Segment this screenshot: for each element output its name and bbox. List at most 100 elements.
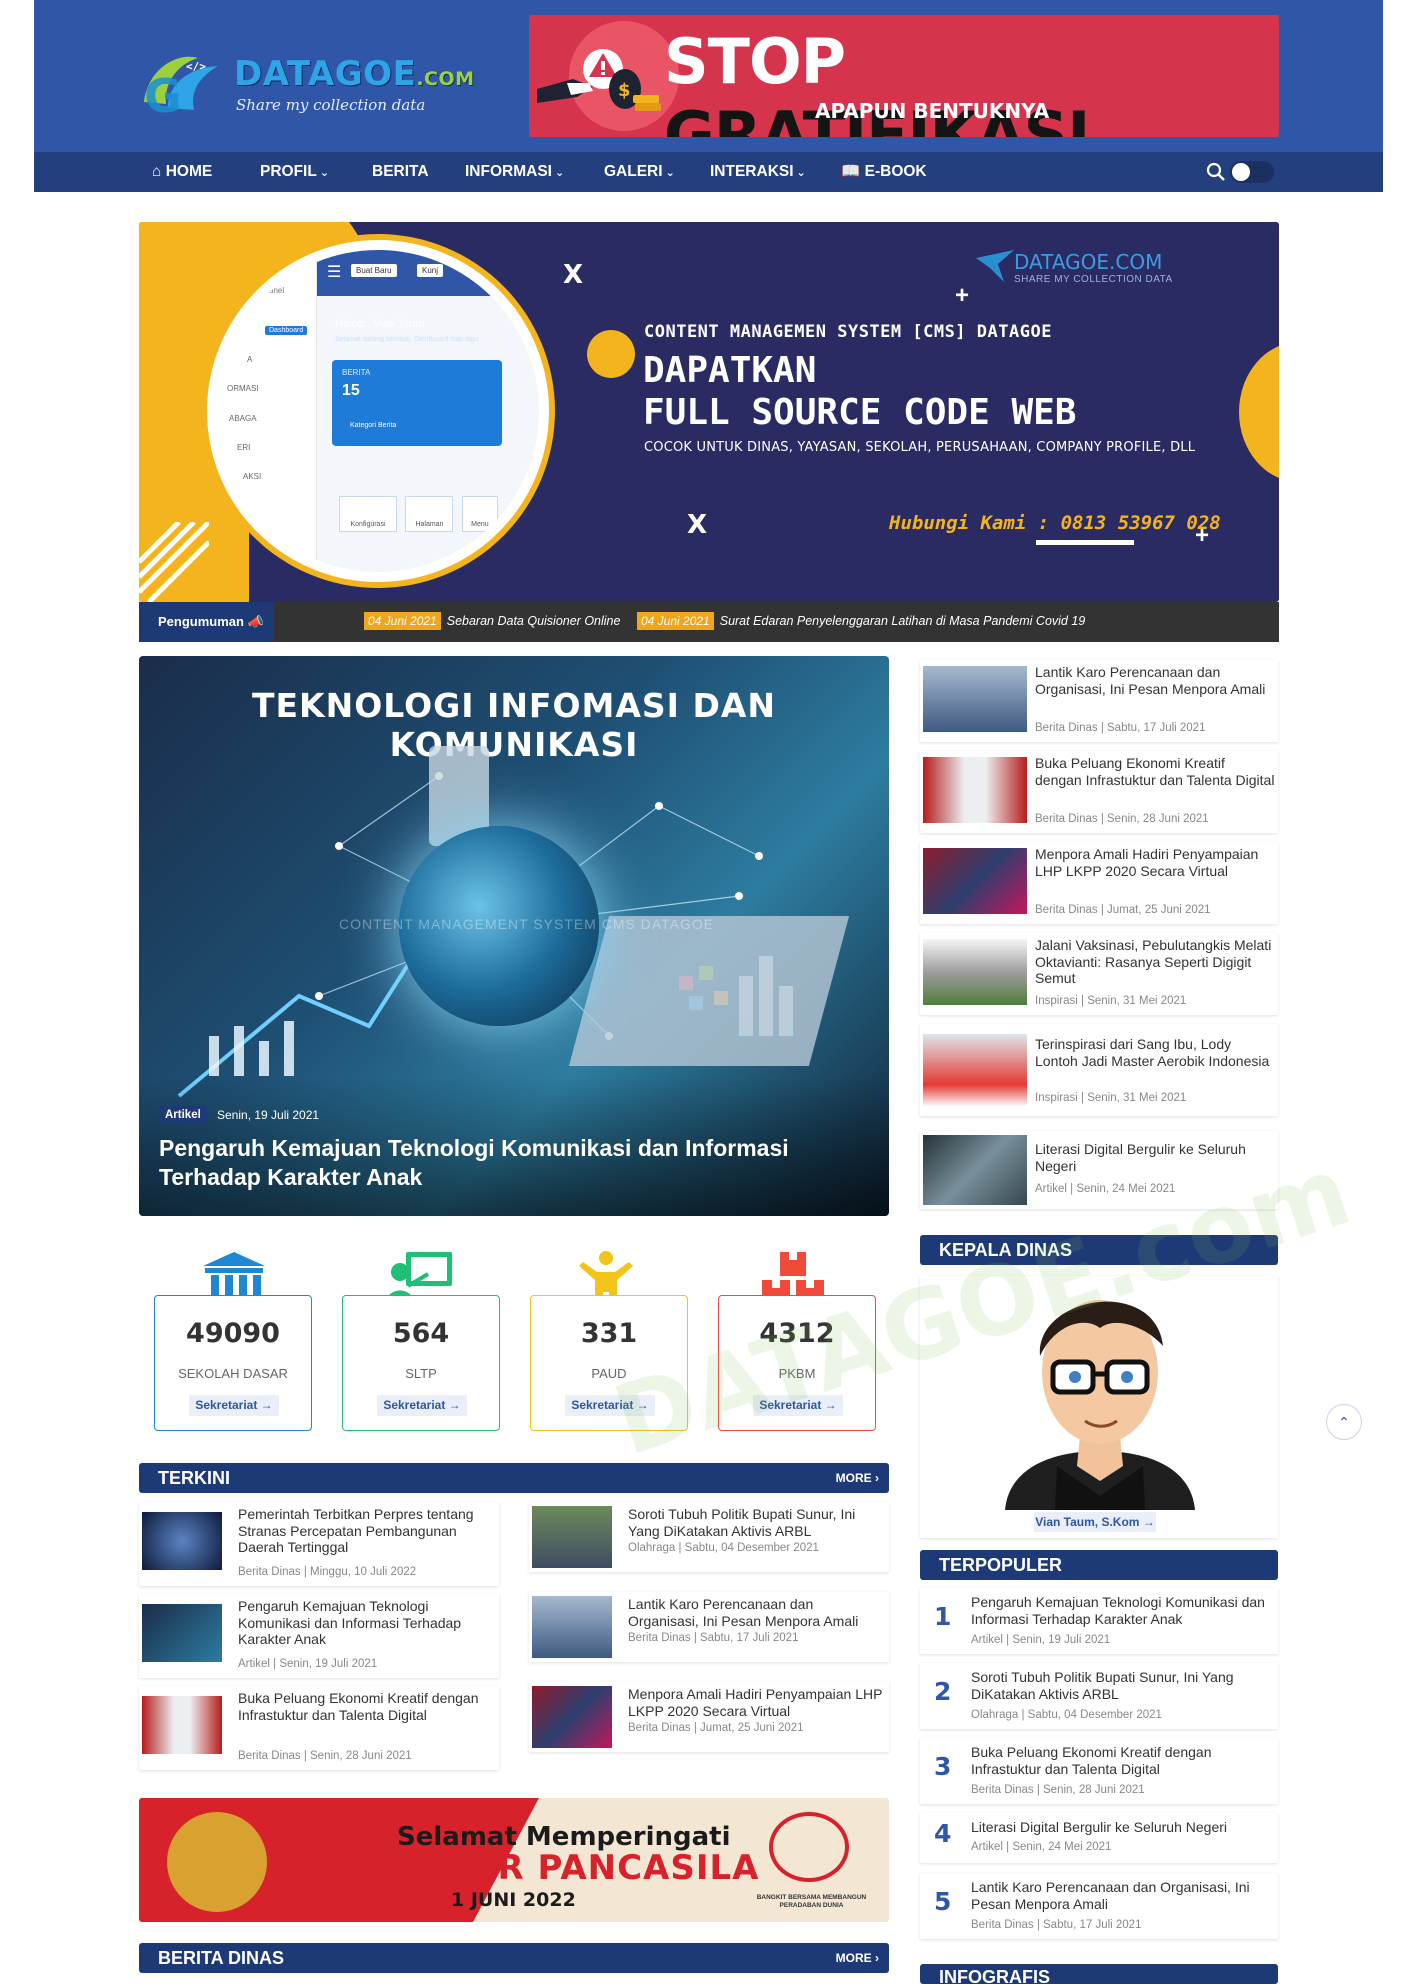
news-meta: Inspirasi | Senin, 31 Mei 2021: [1035, 995, 1187, 1007]
logo-dotcom: .COM: [416, 68, 475, 90]
search-icon[interactable]: [1206, 162, 1226, 182]
avatar: [1005, 1300, 1195, 1510]
news-meta: Berita Dinas | Senin, 28 Juni 2021: [971, 1784, 1145, 1796]
news-meta: Berita Dinas | Sabtu, 17 Juli 2021: [628, 1632, 799, 1644]
popular-item[interactable]: 3 Buka Peluang Ekonomi Kreatif dengan In…: [920, 1738, 1278, 1804]
news-title[interactable]: Literasi Digital Bergulir ke Seluruh Neg…: [1035, 1141, 1275, 1174]
cms-promo-banner[interactable]: anel Dashboard A ORMASI ABAGA ERI AKSI ☰…: [139, 222, 1279, 602]
dashboard-stat-card: BERITA 15 Kategori Berita: [332, 360, 502, 446]
news-title[interactable]: Lantik Karo Perencanaan dan Organisasi, …: [1035, 664, 1275, 697]
featured-image-caption: CONTENT MANAGEMENT SYSTEM CMS DATAGOE: [339, 916, 715, 932]
side-news-item[interactable]: Lantik Karo Perencanaan dan Organisasi, …: [920, 660, 1278, 742]
pancasila-logo-icon: [769, 1812, 849, 1882]
stop-gratifikasi-banner[interactable]: $ STOP GRATIFIKASI APAPUN BENTUKNYA: [529, 15, 1279, 137]
sekretariat-button[interactable]: Sekretariat →: [753, 1395, 843, 1416]
stat-value: 49090: [186, 1318, 280, 1349]
nav-interaksi[interactable]: INTERAKSI ⌄: [710, 152, 806, 192]
news-meta: Berita Dinas | Senin, 28 Juni 2021: [238, 1750, 412, 1762]
dashboard-greeting-sub: Selamat datang kembali, Dashboard siap d…: [335, 336, 479, 343]
ticker-item[interactable]: 04 Juni 2021 Sebaran Data Quisioner Onlin…: [364, 612, 621, 630]
stat-card-paud: 331 PAUD Sekretariat →: [530, 1295, 688, 1431]
sekretariat-button[interactable]: Sekretariat →: [189, 1395, 279, 1416]
news-thumbnail: [923, 757, 1027, 823]
news-title[interactable]: Buka Peluang Ekonomi Kreatif dengan Infr…: [1035, 755, 1275, 788]
category-badge[interactable]: Artikel: [159, 1106, 207, 1124]
ticker-item[interactable]: 04 Juni 2021 Surat Edaran Penyelenggaran …: [637, 612, 1086, 630]
news-thumbnail: [923, 1135, 1027, 1205]
nav-berita[interactable]: BERITA: [372, 152, 429, 192]
svg-text:$: $: [618, 80, 631, 101]
news-title[interactable]: Soroti Tubuh Politik Bupati Sunur, Ini Y…: [971, 1669, 1271, 1702]
news-title[interactable]: Soroti Tubuh Politik Bupati Sunur, Ini Y…: [628, 1506, 883, 1539]
nav-galeri[interactable]: GALERI ⌄: [604, 152, 675, 192]
news-title[interactable]: Buka Peluang Ekonomi Kreatif dengan Infr…: [971, 1744, 1271, 1777]
section-title: BERITA DINAS: [158, 1948, 284, 1968]
section-title: KEPALA DINAS: [939, 1240, 1073, 1260]
terkini-item[interactable]: Pengaruh Kemajuan Teknologi Komunikasi d…: [139, 1594, 499, 1678]
nav-profil[interactable]: PROFIL ⌄: [260, 152, 329, 192]
datagoe-logo-icon: </> G: [144, 56, 218, 116]
site-logo[interactable]: </> G DATAGOE.COM Share my collection da…: [138, 44, 478, 124]
ticker-text: Sebaran Data Quisioner Online: [446, 614, 621, 628]
side-news-item[interactable]: Jalani Vaksinasi, Pebulutangkis Melati O…: [920, 933, 1278, 1015]
rank-number: 5: [934, 1887, 952, 1916]
news-title[interactable]: Pemerintah Terbitkan Perpres tentang Str…: [238, 1506, 493, 1556]
terkini-item[interactable]: Buka Peluang Ekonomi Kreatif dengan Infr…: [139, 1686, 499, 1770]
decor-dashes: [1036, 540, 1134, 545]
card-value: 15: [342, 382, 360, 399]
more-link[interactable]: MORE ›: [836, 1943, 879, 1973]
home-icon: ⌂: [152, 163, 162, 180]
logo-name: DATAGOE: [234, 54, 417, 94]
hero-contact: Hubungi Kami : 0813 53967 028: [889, 512, 1221, 534]
popular-item[interactable]: 1 Pengaruh Kemajuan Teknologi Komunikasi…: [920, 1588, 1278, 1654]
news-title[interactable]: Pengaruh Kemajuan Teknologi Komunikasi d…: [238, 1598, 493, 1648]
side-news-item[interactable]: Menpora Amali Hadiri Penyampaian LHP LKP…: [920, 842, 1278, 924]
pancasila-banner[interactable]: Selamat Memperingati HARI LAHIR PANCASIL…: [139, 1798, 889, 1922]
hero-line3: FULL SOURCE CODE WEB: [643, 392, 1077, 433]
dark-mode-toggle[interactable]: [1230, 161, 1274, 183]
news-title[interactable]: Lantik Karo Perencanaan dan Organisasi, …: [628, 1596, 883, 1629]
news-title[interactable]: Jalani Vaksinasi, Pebulutangkis Melati O…: [1035, 937, 1275, 987]
terkini-header: TERKINI MORE ›: [139, 1463, 889, 1493]
news-title[interactable]: Buka Peluang Ekonomi Kreatif dengan Infr…: [238, 1690, 493, 1723]
sidebar-item-label: ORMASI: [227, 384, 259, 393]
kepala-dinas-name[interactable]: Vian Taum, S.Kom →: [1034, 1512, 1156, 1532]
terkini-item[interactable]: Menpora Amali Hadiri Penyampaian LHP LKP…: [529, 1682, 889, 1752]
nav-home[interactable]: ⌂ HOME: [152, 152, 212, 192]
ticker-text: Surat Edaran Penyelenggaran Latihan di M…: [719, 614, 1086, 628]
dashboard-tile: Konfigurasi: [339, 496, 397, 532]
decor-x-icon: X: [687, 510, 708, 540]
card-label: BERITA: [342, 368, 371, 377]
sekretariat-button[interactable]: Sekretariat →: [377, 1395, 467, 1416]
news-title[interactable]: Pengaruh Kemajuan Teknologi Komunikasi d…: [971, 1594, 1271, 1627]
chevron-down-icon: ⌄: [554, 167, 565, 179]
terkini-item[interactable]: Lantik Karo Perencanaan dan Organisasi, …: [529, 1592, 889, 1662]
nav-ebook[interactable]: 📖 E-BOOK: [841, 152, 927, 192]
featured-title[interactable]: Pengaruh Kemajuan Teknologi Komunikasi d…: [159, 1134, 859, 1192]
dashboard-visit-button: Kunj: [417, 264, 444, 277]
dashboard-topbar: ☰ Buat Baru Kunj: [317, 250, 539, 296]
terkini-item[interactable]: Pemerintah Terbitkan Perpres tentang Str…: [139, 1502, 499, 1586]
scroll-to-top-button[interactable]: ⌃: [1326, 1404, 1362, 1440]
popular-item[interactable]: 2 Soroti Tubuh Politik Bupati Sunur, Ini…: [920, 1663, 1278, 1729]
news-title[interactable]: Terinspirasi dari Sang Ibu, Lody Lontoh …: [1035, 1036, 1275, 1069]
nav-informasi[interactable]: INFORMASI ⌄: [465, 152, 564, 192]
sidebar-item-label: ABAGA: [229, 414, 257, 423]
ticker-date: 04 Juni 2021: [364, 612, 441, 630]
news-meta: Berita Dinas | Sabtu, 17 Juli 2021: [1035, 722, 1206, 734]
popular-item[interactable]: 5 Lantik Karo Perencanaan dan Organisasi…: [920, 1873, 1278, 1939]
featured-article[interactable]: TEKNOLOGI INFOMASI DAN KOMUNIKASI CONTEN…: [139, 656, 889, 1216]
side-news-item[interactable]: Terinspirasi dari Sang Ibu, Lody Lontoh …: [920, 1024, 1278, 1116]
side-news-item[interactable]: Literasi Digital Bergulir ke Seluruh Neg…: [920, 1131, 1278, 1209]
news-meta: Artikel | Senin, 19 Juli 2021: [238, 1658, 378, 1670]
popular-item[interactable]: 4 Literasi Digital Bergulir ke Seluruh N…: [920, 1813, 1278, 1863]
more-link[interactable]: MORE ›: [836, 1463, 879, 1493]
sekretariat-button[interactable]: Sekretariat →: [565, 1395, 655, 1416]
news-title[interactable]: Literasi Digital Bergulir ke Seluruh Neg…: [971, 1819, 1271, 1836]
terkini-item[interactable]: Soroti Tubuh Politik Bupati Sunur, Ini Y…: [529, 1502, 889, 1572]
news-title[interactable]: Menpora Amali Hadiri Penyampaian LHP LKP…: [1035, 846, 1275, 879]
side-news-item[interactable]: Buka Peluang Ekonomi Kreatif dengan Infr…: [920, 751, 1278, 833]
news-title[interactable]: Lantik Karo Perencanaan dan Organisasi, …: [971, 1879, 1271, 1912]
news-title[interactable]: Menpora Amali Hadiri Penyampaian LHP LKP…: [628, 1686, 883, 1719]
chevron-down-icon: ⌄: [319, 167, 330, 179]
